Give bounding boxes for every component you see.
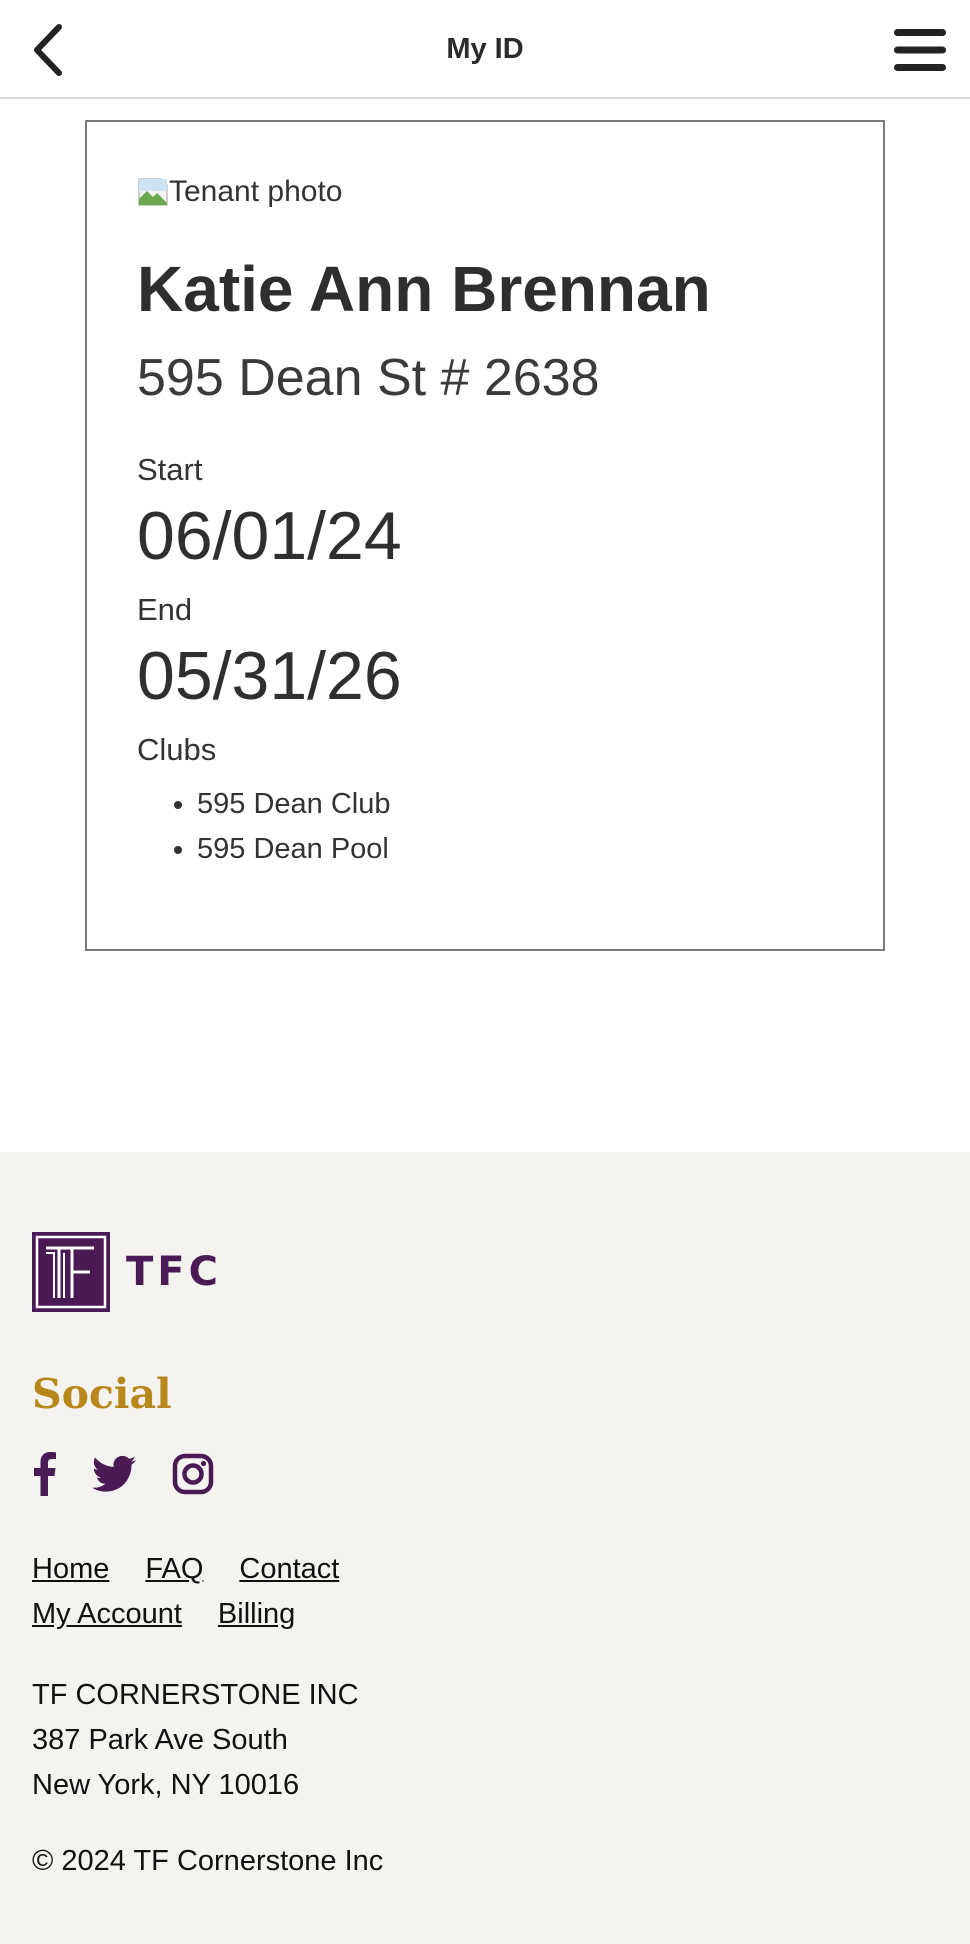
tenant-photo: Tenant photo	[137, 174, 342, 210]
instagram-link[interactable]	[172, 1452, 214, 1496]
facebook-link[interactable]	[32, 1452, 56, 1496]
tenant-id-card: Tenant photo Katie Ann Brennan 595 Dean …	[85, 120, 885, 951]
hamburger-menu-icon	[894, 29, 946, 71]
instagram-icon	[172, 1453, 214, 1495]
club-item: 595 Dean Club	[197, 782, 390, 827]
tfc-logo[interactable]: TFC	[32, 1232, 222, 1312]
menu-button[interactable]	[892, 24, 948, 76]
tenant-name: Katie Ann Brennan	[137, 253, 711, 325]
footer-links: Home FAQ Contact My Account Billing	[32, 1547, 375, 1637]
clubs-label: Clubs	[137, 732, 217, 767]
social-heading: Social	[32, 1370, 172, 1418]
facebook-icon	[34, 1452, 56, 1496]
copyright-text: © 2024 TF Cornerstone Inc	[32, 1845, 384, 1877]
end-date: 05/31/26	[137, 638, 402, 714]
chevron-left-icon	[34, 24, 62, 76]
twitter-link[interactable]	[92, 1452, 136, 1496]
social-links	[32, 1452, 214, 1496]
footer-link-billing[interactable]: Billing	[218, 1598, 295, 1631]
end-label: End	[137, 592, 193, 627]
club-item: 595 Dean Pool	[197, 827, 390, 872]
address-line: 387 Park Ave South	[32, 1724, 288, 1756]
footer-link-contact[interactable]: Contact	[239, 1553, 339, 1586]
broken-image-icon	[137, 177, 169, 207]
start-label: Start	[137, 452, 203, 487]
address-line: TF CORNERSTONE INC	[32, 1679, 359, 1711]
footer-link-my-account[interactable]: My Account	[32, 1598, 182, 1631]
twitter-icon	[92, 1455, 136, 1492]
unit-address: 595 Dean St # 2638	[137, 349, 600, 407]
company-address: TF CORNERSTONE INC 387 Park Ave South Ne…	[32, 1673, 359, 1808]
tfc-logo-mark-icon	[32, 1232, 110, 1312]
logo-text: TFC	[126, 1249, 222, 1295]
top-app-bar: My ID	[0, 0, 970, 99]
clubs-list: 595 Dean Club 595 Dean Pool	[197, 782, 390, 872]
tenant-photo-alt-text: Tenant photo	[169, 175, 343, 208]
site-footer: TFC Social Home FAQ Contact My Account B…	[0, 1152, 970, 1944]
footer-link-home[interactable]: Home	[32, 1553, 109, 1586]
address-line: New York, NY 10016	[32, 1769, 300, 1801]
back-button[interactable]	[22, 20, 72, 80]
footer-link-faq[interactable]: FAQ	[145, 1553, 203, 1586]
start-date: 06/01/24	[137, 498, 402, 574]
page-title: My ID	[446, 33, 524, 65]
